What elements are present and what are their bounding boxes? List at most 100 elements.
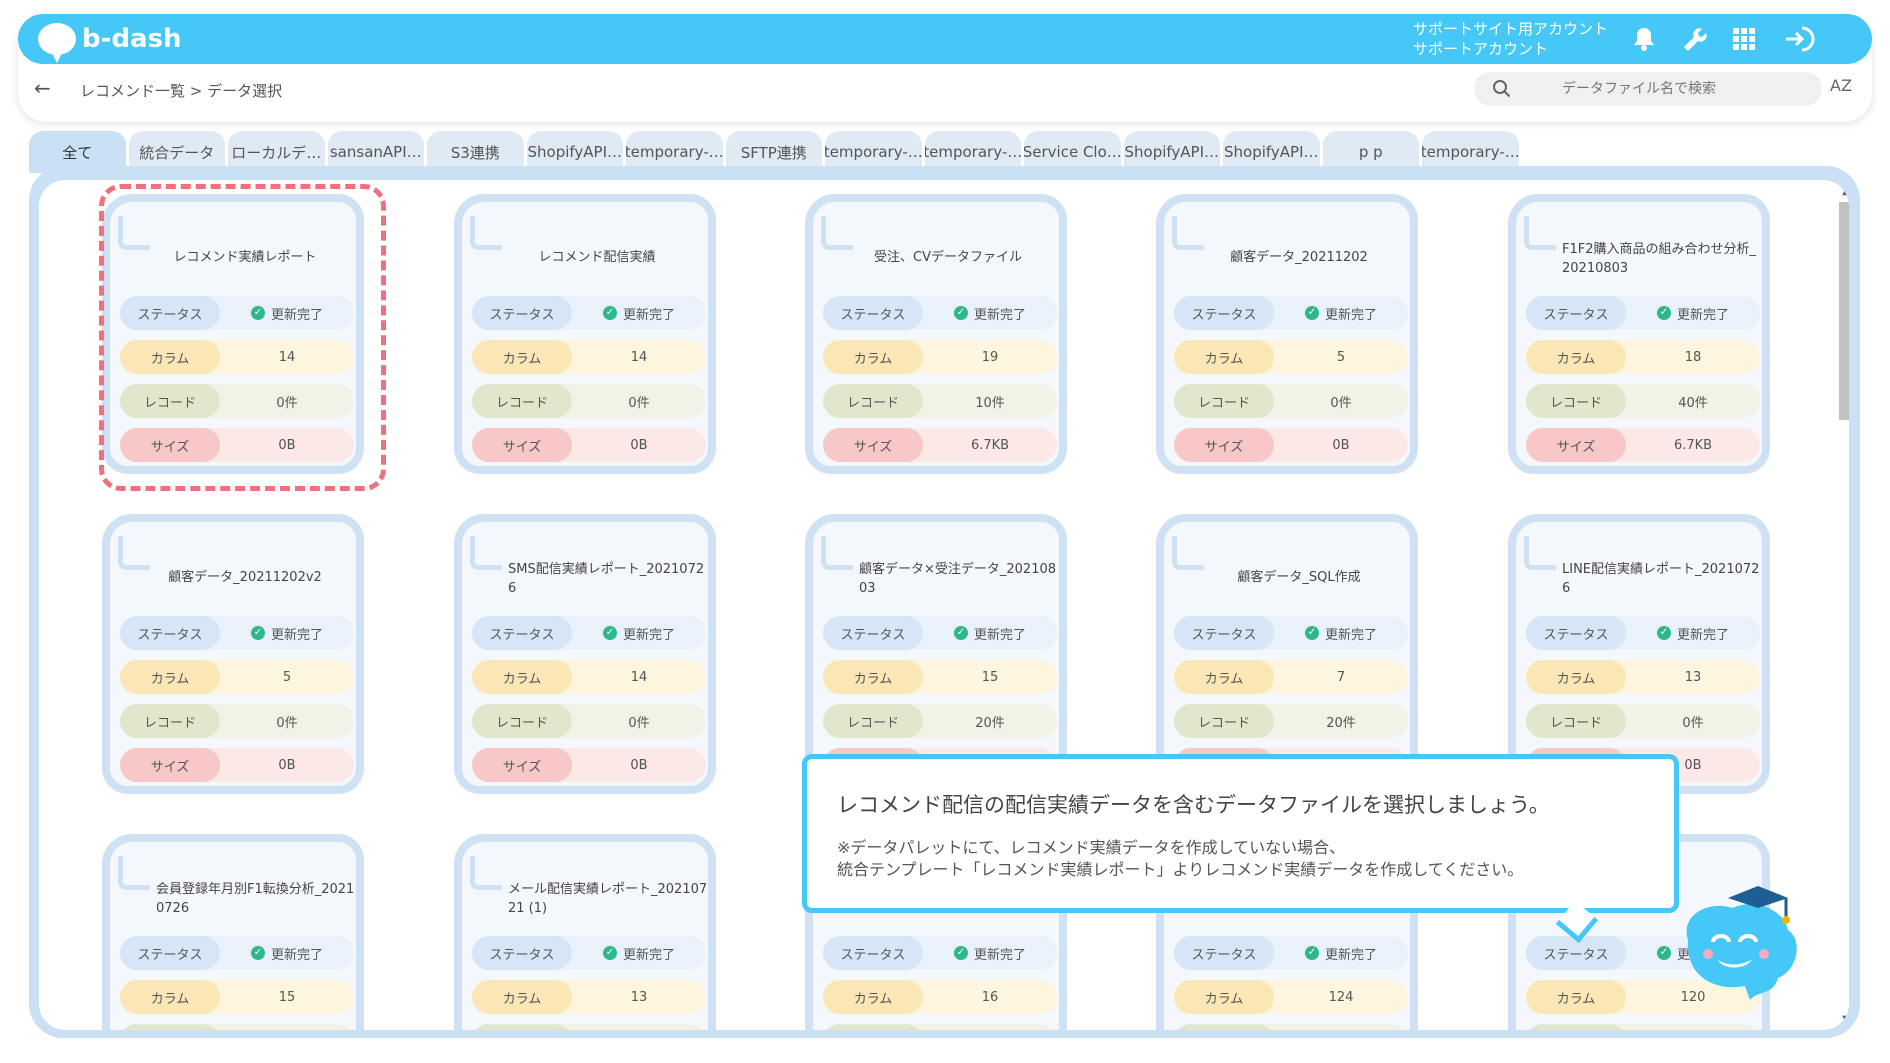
row-label-size: サイズ [823, 428, 923, 462]
file-corner-icon [118, 536, 150, 570]
row-label-record: レコード [1526, 384, 1626, 418]
grid-icon[interactable] [1727, 22, 1761, 56]
search-box [1474, 72, 1822, 106]
data-file-card[interactable]: LINE配信実績レポート_20210726 ステータス ✓ 更新完了 カラム 13 レコード… [1508, 514, 1770, 794]
search-icon [1493, 80, 1511, 98]
check-icon: ✓ [250, 946, 265, 960]
data-file-card[interactable]: SMS配信実績レポート_20210726 ステータス ✓ 更新完了 カラム 14 レコード 0… [454, 514, 716, 794]
sort-az-button[interactable]: AZ [1830, 76, 1852, 95]
row-label-record: レコード [1174, 704, 1274, 738]
row-value-record [572, 1024, 706, 1030]
data-file-card[interactable]: 顧客データ_20211202v2 ステータス ✓ 更新完了 カラム 5 レコード 0件 サイズ 0… [102, 514, 364, 794]
row-label-column: カラム [1174, 980, 1274, 1014]
file-corner-icon [1172, 536, 1204, 570]
data-file-card[interactable]: 顧客データ×受注データ_20210803 ステータス ✓ 更新完了 カラム 15 レコード 2… [805, 514, 1067, 794]
row-value-record: 0件 [628, 395, 650, 411]
card-row-column: カラム 5 [1174, 340, 1408, 374]
card-row-size: サイズ 0B [472, 748, 706, 782]
account-line1: サポートサイト用アカウント [1413, 20, 1609, 38]
file-corner-icon [118, 856, 150, 890]
breadcrumb-separator: > [189, 82, 203, 100]
wrench-icon[interactable] [1677, 22, 1711, 56]
card-row-record: レコード 0件 [472, 384, 706, 418]
row-label-column: カラム [823, 660, 923, 694]
search-input[interactable] [1522, 72, 1802, 106]
card-row-status: ステータス ✓ 更新完了 [1174, 296, 1408, 330]
card-title: 会員登録年月別F1転換分析_20210726 [156, 882, 355, 916]
card-title: 顧客データ_20211202v2 [168, 570, 322, 585]
tutorial-callout: レコメンド配信の配信実績データを含むデータファイルを選択しましょう。 ※データパ… [802, 754, 1679, 913]
data-file-card[interactable]: F1F2購入商品の組み合わせ分析_20210803 ステータス ✓ 更新完了 カラム 18… [1508, 194, 1770, 474]
logo-text: b-dash [82, 24, 182, 54]
row-label-size: サイズ [120, 748, 220, 782]
logout-icon[interactable] [1783, 22, 1817, 56]
row-value-status: ✓ 更新完了 [572, 936, 706, 970]
check-icon: ✓ [953, 626, 968, 640]
logo[interactable]: b-dash [38, 21, 182, 63]
row-label-status: ステータス [1526, 616, 1626, 650]
row-value-status: ✓ 更新完了 [1626, 296, 1760, 330]
data-file-card[interactable]: 顧客データ_SQL作成ステータス✓更新完了カラム7レコード20件サイズ [1156, 514, 1418, 794]
card-title: メール配信実績レポート_20210721 (1) [508, 882, 708, 916]
card-row-status: ステータス ✓ 更新完了 [120, 936, 354, 970]
card-row-record: レコード 0件 [1174, 384, 1408, 418]
row-value-record: 20件 [975, 715, 1005, 731]
row-value-column: 16 [981, 989, 999, 1005]
row-value-status: ✓ 更新完了 [1626, 616, 1760, 650]
check-icon: ✓ [602, 626, 617, 640]
file-corner-icon [470, 216, 502, 250]
card-row-size: サイズ 0B [1174, 428, 1408, 462]
scrollbar-thumb[interactable] [1839, 202, 1849, 420]
row-label-status: ステータス [472, 936, 572, 970]
data-file-card[interactable]: 会員登録年月別F1転換分析_20210726 ステータス ✓ 更新完了カラム 15 レコー… [102, 834, 364, 1030]
card-row-size: サイズ 6.7KB [823, 428, 1057, 462]
card-row-column: カラム 18 [1526, 340, 1760, 374]
row-label-status: ステータス [1526, 296, 1626, 330]
selection-highlight [99, 184, 386, 491]
back-button[interactable]: ← [34, 76, 51, 100]
row-label-column: カラム [472, 340, 572, 374]
account-info[interactable]: サポートサイト用アカウント サポートアカウント [1413, 19, 1608, 59]
row-value-record: 20件 [1326, 715, 1356, 731]
card-row-status: ステータス ✓ 更新完了 [1526, 296, 1760, 330]
check-icon: ✓ [602, 946, 617, 960]
row-value-record [1626, 1024, 1760, 1030]
row-label-record: レコード [1526, 704, 1626, 738]
row-label-column: カラム [823, 340, 923, 374]
row-label-column: カラム [1174, 660, 1274, 694]
status-text: 更新完了 [622, 627, 675, 643]
row-value-status: ✓ 更新完了 [923, 936, 1057, 970]
app-root: { "header": { "logo_text": "b-dash", "ac… [0, 0, 1890, 1063]
card-row-record: レコード 0件 [120, 704, 354, 738]
data-file-card[interactable]: 受注、CVデータファイル ステータス ✓ 更新完了 カラム 19 レコード 10件 サイズ 6.7… [805, 194, 1067, 474]
row-value-status: ✓ 更新完了 [1274, 616, 1408, 650]
callout-note-line1: ※データパレットにて、レコメンド実績データを作成していない場合、 [837, 838, 1346, 857]
row-label-record: レコード [1174, 384, 1274, 418]
row-label-record: レコード [472, 384, 572, 418]
scroll-down-icon[interactable]: ▼ [1839, 1014, 1849, 1026]
bell-icon[interactable] [1627, 22, 1661, 56]
card-title: 受注、CVデータファイル [874, 250, 1022, 265]
card-row-column: カラム 16 [823, 980, 1057, 1014]
data-file-card[interactable]: メール配信実績レポート_20210721 (1) ステータス ✓ 更新完了カラム 13 レ… [454, 834, 716, 1030]
status-text: 更新完了 [270, 947, 323, 963]
callout-note-line2: 統合テンプレート「レコメンド実績レポート」よりレコメンド実績データを作成してくだ… [837, 860, 1524, 879]
data-file-card[interactable]: 顧客データ_20211202 ステータス ✓ 更新完了 カラム 5 レコード 0件 サイズ 0B [1156, 194, 1418, 474]
card-row-record: レコード 0件 [1526, 704, 1760, 738]
callout-note: ※データパレットにて、レコメンド実績データを作成していない場合、 統合テンプレー… [837, 837, 1523, 881]
card-row-record: レコード 0件 [472, 704, 706, 738]
check-icon: ✓ [1304, 626, 1319, 640]
row-label-record: レコード [1174, 1024, 1274, 1030]
row-value-size: 0B [278, 757, 296, 773]
row-value-column: 15 [981, 669, 999, 685]
scroll-up-icon[interactable]: ▲ [1839, 186, 1849, 198]
card-row-column: カラム 19 [823, 340, 1057, 374]
file-corner-icon [1524, 536, 1556, 570]
data-file-card[interactable]: レコメンド配信実績 ステータス ✓ 更新完了 カラム 14 レコード 0件 サイズ 0B [454, 194, 716, 474]
row-value-status: ✓ 更新完了 [923, 296, 1057, 330]
account-line2: サポートアカウント [1413, 40, 1549, 58]
breadcrumb-root[interactable]: レコメンド一覧 [80, 82, 185, 100]
row-label-column: カラム [823, 980, 923, 1014]
status-text: 更新完了 [622, 947, 675, 963]
row-label-status: ステータス [823, 616, 923, 650]
